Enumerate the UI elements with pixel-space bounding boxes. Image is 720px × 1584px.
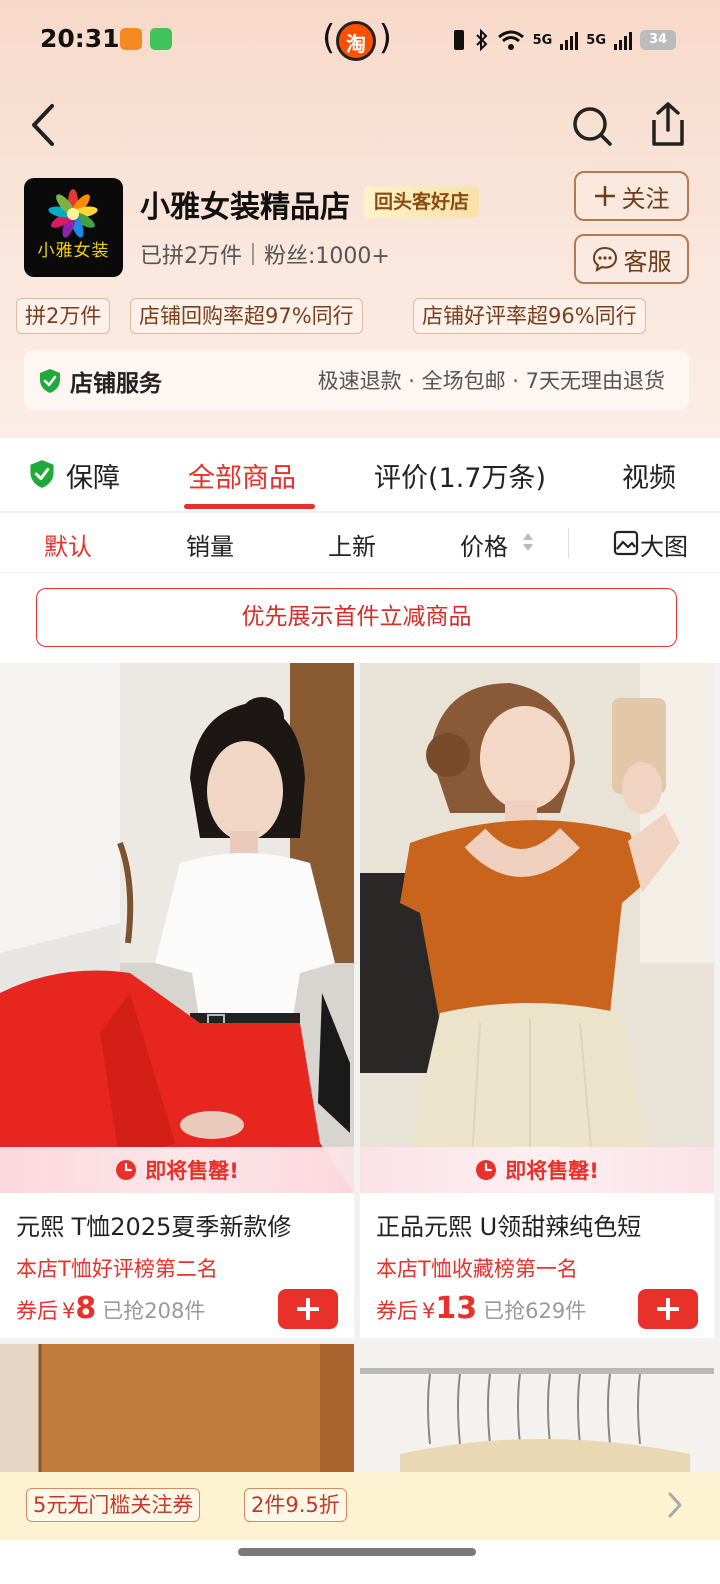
status-bar: 20:31 ( 淘 ) 5G 5G 34 bbox=[0, 0, 720, 80]
follow-button[interactable]: 关注 bbox=[574, 171, 689, 221]
service-title: 店铺服务 bbox=[70, 371, 162, 397]
shop-fans-count: 粉丝:1000+ bbox=[264, 244, 390, 269]
bottom-coupon-bar[interactable]: 5元无门槛关注券 2件9.5折 bbox=[0, 1472, 720, 1540]
shop-tabs: 保障 全部商品 评价(1.7万条) 视频 bbox=[0, 438, 720, 512]
product-sold-count: 已抢629件 bbox=[483, 1299, 587, 1323]
sort-default[interactable]: 默认 bbox=[44, 527, 92, 562]
notification-app-icon bbox=[120, 28, 142, 50]
chevron-right-icon[interactable] bbox=[664, 1490, 686, 1520]
plus-icon bbox=[594, 186, 615, 206]
currency-symbol: ¥ bbox=[422, 1299, 436, 1323]
follow-label: 关注 bbox=[621, 184, 670, 213]
signal-icon bbox=[560, 30, 579, 50]
price-sort-arrows-icon bbox=[523, 533, 533, 551]
product-image[interactable]: 即将售罄! bbox=[360, 663, 714, 1193]
bluetooth-icon bbox=[475, 28, 487, 52]
guarantee-shield-icon bbox=[30, 460, 54, 488]
currency-symbol: ¥ bbox=[62, 1299, 76, 1323]
shop-service-bar[interactable]: 店铺服务 极速退款 · 全场包邮 · 7天无理由退货 bbox=[24, 350, 689, 410]
gesture-area bbox=[0, 1540, 720, 1584]
shop-name: 小雅女装精品店 bbox=[140, 190, 350, 225]
repeat-customer-badge: 回头客好店 bbox=[364, 186, 480, 218]
shop-logo-text: 小雅女装 bbox=[37, 241, 110, 261]
home-indicator[interactable] bbox=[238, 1548, 476, 1556]
stat-chip-good-rating: 店铺好评率超96%同行 bbox=[413, 298, 646, 334]
product-sold-count: 已抢208件 bbox=[102, 1299, 206, 1323]
product-card[interactable] bbox=[0, 1344, 354, 1472]
shield-check-icon bbox=[40, 369, 60, 393]
meta-divider bbox=[252, 243, 254, 265]
product-title[interactable]: 正品元熙 U领甜辣纯色短 bbox=[376, 1207, 706, 1242]
selling-out-band: 即将售罄! bbox=[0, 1147, 354, 1193]
selling-out-label: 即将售罄! bbox=[145, 1159, 239, 1183]
product-price: 13 bbox=[435, 1291, 478, 1326]
wifi-icon bbox=[497, 30, 524, 50]
bundle-discount-chip[interactable]: 2件9.5折 bbox=[244, 1488, 347, 1522]
tab-video[interactable]: 视频 bbox=[622, 456, 676, 495]
battery-indicator: 34 bbox=[640, 30, 676, 50]
product-photo-orange-tee bbox=[360, 663, 714, 1193]
sort-sales[interactable]: 销量 bbox=[186, 527, 234, 562]
tab-all-products[interactable]: 全部商品 bbox=[188, 456, 296, 495]
after-coupon-label: 券后 bbox=[376, 1299, 418, 1323]
tab-reviews[interactable]: 评价(1.7万条) bbox=[374, 456, 546, 495]
image-grid-icon[interactable] bbox=[613, 530, 639, 556]
tab-guarantee[interactable]: 保障 bbox=[66, 456, 120, 495]
network-5g-label-2: 5G bbox=[586, 32, 606, 48]
follow-coupon-chip[interactable]: 5元无门槛关注券 bbox=[26, 1488, 201, 1522]
search-icon[interactable] bbox=[570, 104, 614, 148]
after-coupon-label: 券后 bbox=[16, 1299, 58, 1323]
product-photo-white-tee bbox=[0, 663, 354, 1193]
message-app-icon bbox=[150, 28, 172, 50]
product-price-row: 券后 ¥ 13 已抢629件 bbox=[376, 1291, 586, 1331]
shop-logo[interactable]: 小雅女装 bbox=[24, 178, 123, 277]
stat-chip-sold: 拼2万件 bbox=[16, 298, 111, 334]
back-arrow-icon[interactable] bbox=[24, 100, 64, 150]
sort-bar: 默认 销量 上新 价格 大图 bbox=[0, 513, 720, 573]
product-card[interactable]: 即将售罄! 正品元熙 U领甜辣纯色短 本店T恤收藏榜第一名 券后 ¥ 13 已抢… bbox=[360, 663, 714, 1338]
signal-icon-2 bbox=[614, 30, 632, 50]
service-description: 极速退款 · 全场包邮 · 7天无理由退货 bbox=[317, 369, 665, 393]
selling-out-band: 即将售罄! bbox=[360, 1147, 714, 1193]
status-time: 20:31 bbox=[40, 24, 120, 53]
customer-service-button[interactable]: 客服 bbox=[574, 234, 689, 284]
shop-stats-row: 拼2万件 店铺回购率超97%同行 店铺好评率超96%同行 bbox=[0, 298, 720, 334]
sort-new[interactable]: 上新 bbox=[328, 527, 376, 562]
product-price-row: 券后 ¥ 8 已抢208件 bbox=[16, 1291, 205, 1331]
product-photo-partial bbox=[0, 1344, 354, 1472]
big-view-toggle[interactable]: 大图 bbox=[640, 527, 688, 562]
product-card[interactable] bbox=[360, 1344, 714, 1472]
product-card[interactable]: 即将售罄! 元熙 T恤2025夏季新款修 本店T恤好评榜第二名 券后 ¥ 8 已… bbox=[0, 663, 354, 1338]
first-item-discount-banner[interactable]: 优先展示首件立减商品 bbox=[36, 588, 677, 647]
product-rank-label: 本店T恤好评榜第二名 bbox=[16, 1257, 218, 1281]
add-to-cart-button[interactable] bbox=[638, 1289, 698, 1329]
selling-out-label: 即将售罄! bbox=[505, 1159, 599, 1183]
product-photo-hangers-partial bbox=[360, 1344, 714, 1472]
stat-chip-repurchase: 店铺回购率超97%同行 bbox=[130, 298, 363, 334]
network-5g-label: 5G bbox=[532, 32, 553, 48]
sort-divider bbox=[568, 528, 569, 558]
taobao-floating-indicator[interactable]: ( 淘 ) bbox=[322, 18, 392, 62]
clock-icon bbox=[116, 1160, 137, 1180]
clock-icon bbox=[476, 1160, 497, 1180]
sort-price[interactable]: 价格 bbox=[460, 527, 508, 562]
customer-service-label: 客服 bbox=[623, 247, 672, 276]
taobao-icon: 淘 bbox=[336, 21, 376, 61]
status-indicators: 5G 5G 34 bbox=[451, 26, 676, 54]
product-title[interactable]: 元熙 T恤2025夏季新款修 bbox=[16, 1207, 346, 1242]
shop-meta: 已拼2万件 粉丝:1000+ bbox=[140, 238, 390, 270]
product-image[interactable]: 即将售罄! bbox=[0, 663, 354, 1193]
vibrate-icon bbox=[453, 30, 464, 50]
product-rank-label: 本店T恤收藏榜第一名 bbox=[376, 1257, 578, 1281]
shop-sold-count: 已拼2万件 bbox=[140, 244, 242, 269]
add-to-cart-button[interactable] bbox=[278, 1289, 338, 1329]
active-tab-underline bbox=[184, 504, 315, 509]
product-price: 8 bbox=[75, 1291, 97, 1326]
share-icon[interactable] bbox=[646, 100, 690, 150]
chat-bubble-icon bbox=[592, 246, 617, 272]
